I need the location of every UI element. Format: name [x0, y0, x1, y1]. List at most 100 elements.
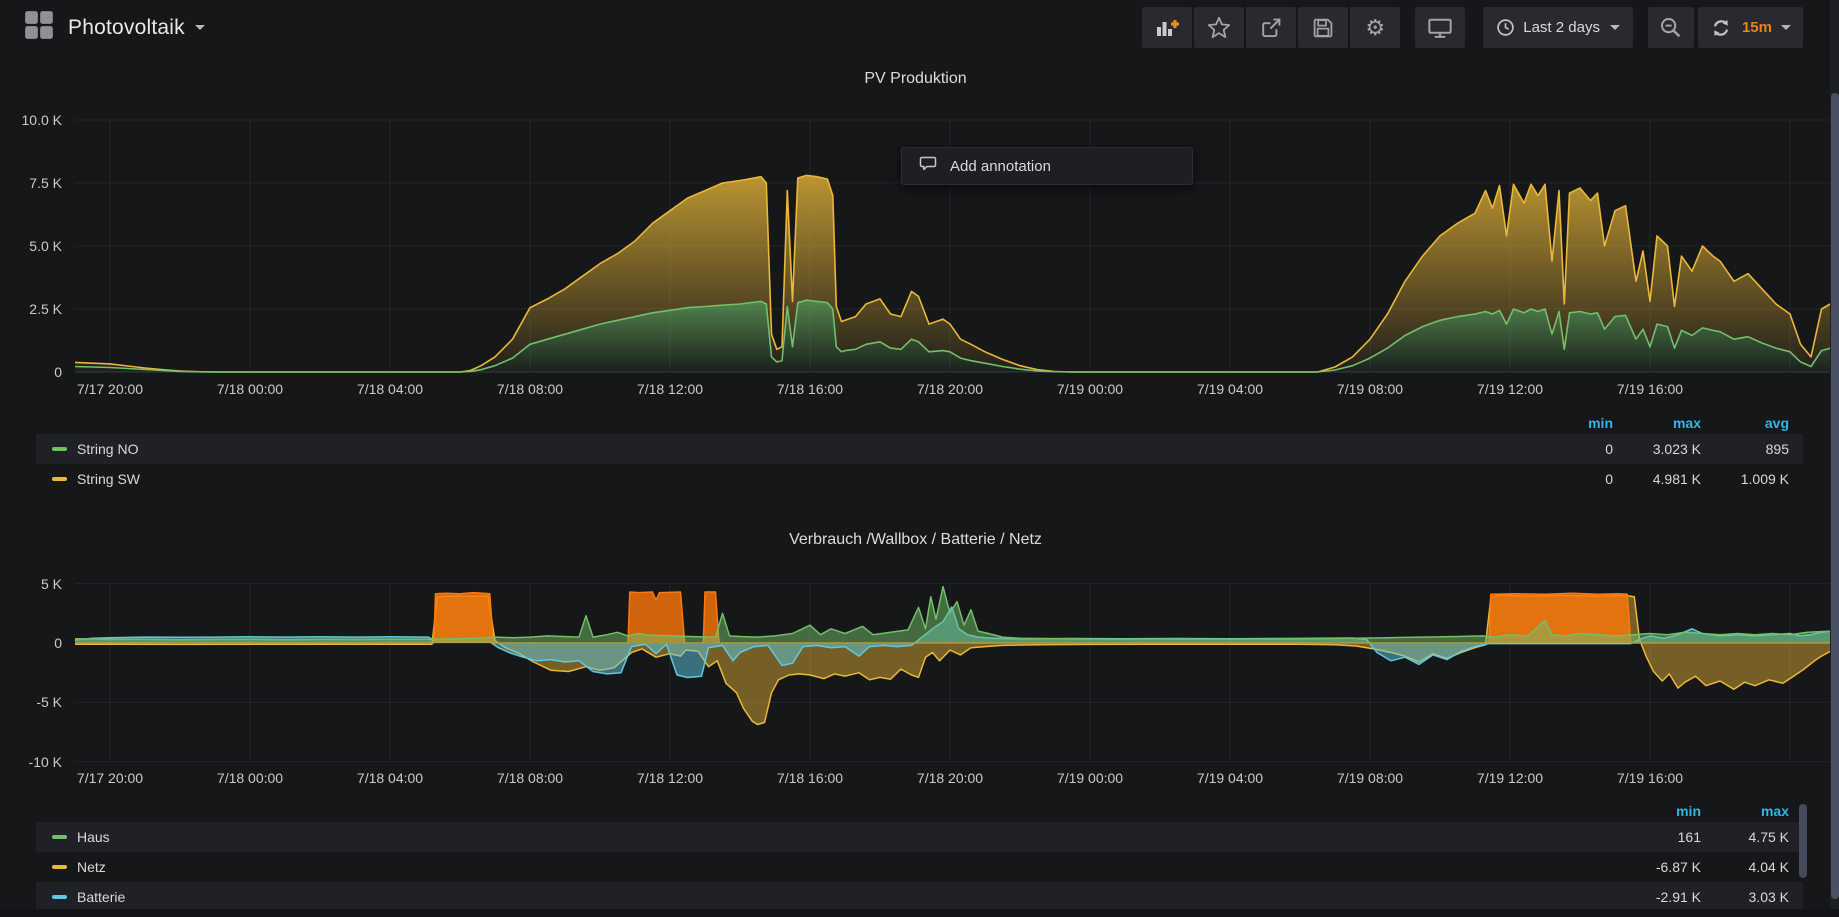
refresh-interval-label: 15m	[1742, 19, 1772, 36]
legend-col-min[interactable]: min	[1613, 803, 1701, 819]
comment-bubble-icon	[919, 155, 937, 177]
monitor-icon	[1427, 16, 1453, 40]
navbar: Photovoltaik	[0, 0, 1839, 55]
legend-scrollbar-thumb[interactable]	[1799, 804, 1807, 878]
time-range-picker[interactable]: Last 2 days	[1483, 7, 1633, 48]
y-axis-label: 5 K	[0, 576, 62, 592]
x-axis-label: 7/18 16:00	[760, 381, 860, 397]
series-label-string-sw[interactable]: String SW	[77, 471, 140, 487]
time-range-label: Last 2 days	[1523, 19, 1600, 36]
x-axis-label: 7/18 08:00	[480, 381, 580, 397]
y-axis-label: -5 K	[0, 694, 62, 710]
x-axis-label: 7/19 16:00	[1600, 770, 1700, 786]
y-axis-label: 10.0 K	[0, 112, 62, 128]
legend-col-avg[interactable]: avg	[1701, 415, 1789, 431]
string-no-avg: 895	[1701, 441, 1789, 457]
netz-max: 4.04 K	[1701, 859, 1789, 875]
star-button[interactable]	[1194, 7, 1244, 48]
dashboards-grid-icon[interactable]	[24, 10, 54, 45]
legend-row-batterie[interactable]: Batterie -2.91 K 3.03 K	[36, 882, 1803, 912]
x-axis-label: 7/18 16:00	[760, 770, 860, 786]
dashboard-title[interactable]: Photovoltaik	[68, 16, 185, 40]
x-axis-label: 7/19 00:00	[1040, 381, 1140, 397]
panel1-title[interactable]: PV Produktion	[0, 70, 1831, 88]
series-swatch-string-sw	[52, 477, 67, 481]
scrollbar-thumb[interactable]	[1831, 93, 1839, 899]
legend-col-max[interactable]: max	[1613, 415, 1701, 431]
gear-icon: ⚙	[1365, 17, 1385, 39]
y-axis-label: 0	[0, 364, 62, 380]
x-axis-label: 7/18 20:00	[900, 770, 1000, 786]
legend-row-string-sw[interactable]: String SW 0 4.981 K 1.009 K	[36, 464, 1803, 494]
x-axis-label: 7/19 12:00	[1460, 770, 1560, 786]
panel1-legend: min max avg String NO 0 3.023 K 895 Stri…	[36, 412, 1803, 494]
x-axis-label: 7/17 20:00	[60, 770, 160, 786]
x-axis-label: 7/18 00:00	[200, 770, 300, 786]
series-label-haus[interactable]: Haus	[77, 829, 110, 845]
panel2-legend: min max Haus 161 4.75 K Netz -6.87 K 4.0…	[36, 800, 1803, 912]
refresh-icon	[1710, 17, 1732, 39]
add-annotation-menu[interactable]: Add annotation	[901, 147, 1193, 185]
add-annotation-label: Add annotation	[950, 158, 1051, 175]
add-panel-icon	[1154, 17, 1180, 39]
netz-min: -6.87 K	[1613, 859, 1701, 875]
panel2-title[interactable]: Verbrauch /Wallbox / Batterie / Netz	[0, 531, 1831, 549]
series-label-string-no[interactable]: String NO	[77, 441, 138, 457]
x-axis-label: 7/19 00:00	[1040, 770, 1140, 786]
string-sw-avg: 1.009 K	[1701, 471, 1789, 487]
save-button[interactable]	[1298, 7, 1348, 48]
x-axis-label: 7/19 16:00	[1600, 381, 1700, 397]
zoom-out-button[interactable]	[1648, 7, 1694, 48]
settings-button[interactable]: ⚙	[1350, 7, 1400, 48]
string-no-max: 3.023 K	[1613, 441, 1701, 457]
x-axis-label: 7/18 00:00	[200, 381, 300, 397]
add-panel-button[interactable]	[1142, 7, 1192, 48]
y-axis-label: -10 K	[0, 754, 62, 770]
batterie-min: -2.91 K	[1613, 889, 1701, 905]
x-axis-label: 7/19 04:00	[1180, 770, 1280, 786]
legend-row-string-no[interactable]: String NO 0 3.023 K 895	[36, 434, 1803, 464]
x-axis-label: 7/19 12:00	[1460, 381, 1560, 397]
bottom-edge	[0, 909, 1839, 917]
verbrauch-chart[interactable]	[75, 570, 1832, 770]
clock-icon	[1496, 18, 1515, 37]
legend-col-min[interactable]: min	[1525, 415, 1613, 431]
x-axis-label: 7/17 20:00	[60, 381, 160, 397]
x-axis-label: 7/18 20:00	[900, 381, 1000, 397]
legend-header-row: min max avg	[36, 412, 1803, 434]
share-button[interactable]	[1246, 7, 1296, 48]
refresh-caret-icon[interactable]	[1781, 25, 1791, 30]
series-swatch-batterie	[52, 895, 67, 899]
y-axis-label: 2.5 K	[0, 301, 62, 317]
series-label-netz[interactable]: Netz	[77, 859, 106, 875]
cycle-view-button[interactable]	[1415, 7, 1465, 48]
legend-row-haus[interactable]: Haus 161 4.75 K	[36, 822, 1803, 852]
share-icon	[1259, 16, 1283, 40]
dashboard-title-caret-icon[interactable]	[195, 25, 205, 30]
zoom-out-icon	[1659, 16, 1683, 40]
x-axis-label: 7/18 04:00	[340, 381, 440, 397]
time-range-caret-icon	[1610, 25, 1620, 30]
star-icon	[1207, 16, 1231, 40]
save-icon	[1311, 16, 1335, 40]
series-swatch-haus	[52, 835, 67, 839]
legend-header-row: min max	[36, 800, 1803, 822]
legend-row-netz[interactable]: Netz -6.87 K 4.04 K	[36, 852, 1803, 882]
series-swatch-string-no	[52, 447, 67, 451]
x-axis-label: 7/18 08:00	[480, 770, 580, 786]
series-swatch-netz	[52, 865, 67, 869]
y-axis-label: 5.0 K	[0, 238, 62, 254]
legend-col-max[interactable]: max	[1701, 803, 1789, 819]
refresh-button[interactable]: 15m	[1698, 7, 1803, 48]
series-label-batterie[interactable]: Batterie	[77, 889, 125, 905]
y-axis-label: 0	[0, 635, 62, 651]
string-sw-min: 0	[1525, 471, 1613, 487]
y-axis-label: 7.5 K	[0, 175, 62, 191]
x-axis-label: 7/19 04:00	[1180, 381, 1280, 397]
string-no-min: 0	[1525, 441, 1613, 457]
string-sw-max: 4.981 K	[1613, 471, 1701, 487]
x-axis-label: 7/18 12:00	[620, 381, 720, 397]
x-axis-label: 7/19 08:00	[1320, 381, 1420, 397]
x-axis-label: 7/18 04:00	[340, 770, 440, 786]
haus-min: 161	[1613, 829, 1701, 845]
